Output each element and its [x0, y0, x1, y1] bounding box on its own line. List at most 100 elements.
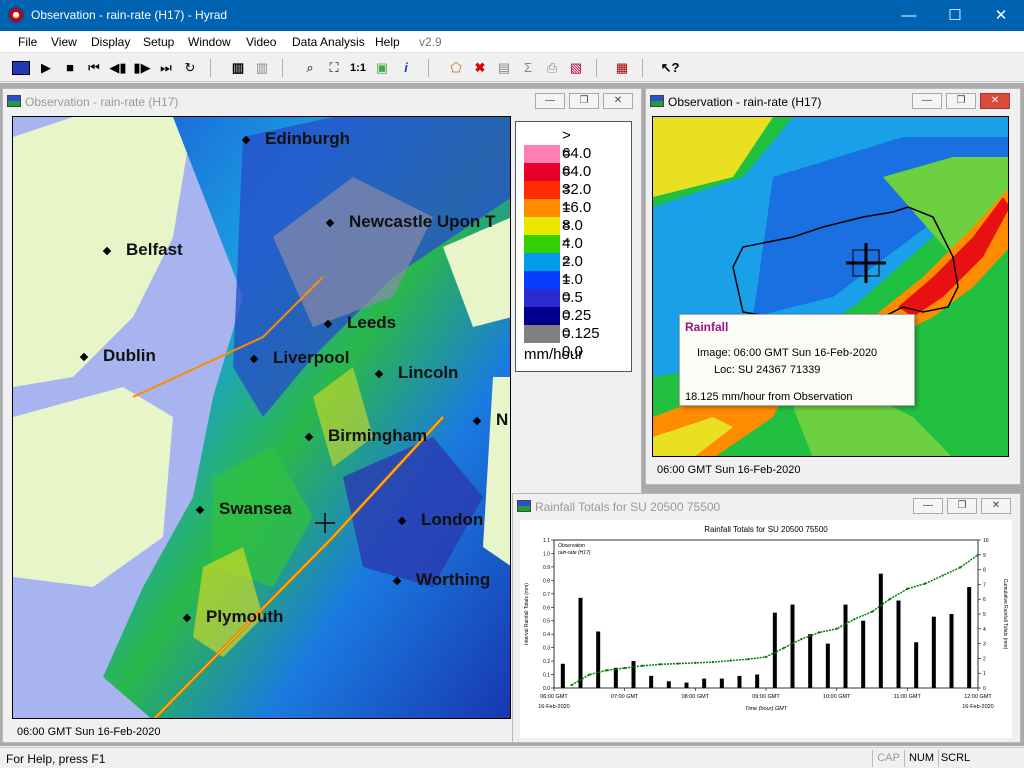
y2-tick-label: 10 [983, 538, 989, 544]
skip-start-icon[interactable]: ⏮ [84, 58, 104, 78]
zoom-window-status: 06:00 GMT Sun 16-Feb-2020 [657, 464, 801, 476]
interval-bar [825, 643, 830, 688]
interval-bar [772, 612, 777, 688]
cumulative-point [976, 553, 980, 556]
interval-bar [719, 678, 724, 688]
rainfall-tooltip: Rainfall Image: 06:00 GMT Sun 16-Feb-202… [679, 314, 915, 406]
zoom-map-window: Observation - rain-rate (H17) — ❐ ✕ Rain… [645, 88, 1021, 485]
interval-bar [755, 674, 760, 688]
city-label: Swansea [219, 499, 292, 518]
chart-icon[interactable]: ▤ [494, 58, 514, 78]
child-restore-button[interactable]: ❐ [947, 498, 977, 514]
child-minimize-button[interactable]: — [912, 93, 942, 109]
cumulative-point [747, 657, 750, 661]
maximize-button[interactable]: ☐ [932, 0, 978, 31]
report-icon[interactable]: ▧ [566, 58, 586, 78]
interval-bar [790, 604, 795, 688]
y2-tick-label: 9 [983, 553, 986, 559]
x-tick-label: 07:00 GMT [611, 694, 639, 700]
child-close-button[interactable]: ✕ [980, 93, 1010, 109]
chart-window-titlebar: Rainfall Totals for SU 20500 75500 — ❐ ✕ [513, 494, 1020, 518]
x-tick-label: 09:00 GMT [752, 694, 780, 700]
child-restore-button[interactable]: ❐ [946, 93, 976, 109]
x-date-label: 16-Feb-2020 [962, 704, 994, 710]
step-forward-icon[interactable]: ▮▶ [132, 58, 152, 78]
help-text: For Help, press F1 [6, 752, 106, 766]
child-minimize-button[interactable]: — [535, 93, 565, 109]
crop-icon[interactable]: ⛶ [324, 58, 344, 78]
menu-setup[interactable]: Setup [143, 35, 174, 49]
cumulative-point [888, 598, 891, 601]
uk-window-status: 06:00 GMT Sun 16-Feb-2020 [17, 726, 161, 738]
interval-bar [737, 675, 742, 688]
loop-icon[interactable]: ↻ [180, 58, 200, 78]
child-restore-button[interactable]: ❐ [569, 93, 599, 109]
stop-icon[interactable]: ■ [60, 58, 80, 78]
uk-rain-map[interactable]: Edinburgh Newcastle Upon T Belfast Leeds… [12, 116, 511, 719]
x-tick-label: 12:00 GMT [964, 694, 992, 700]
cumulative-point [605, 669, 609, 672]
child-minimize-button[interactable]: — [913, 498, 943, 514]
menu-data-analysis[interactable]: Data Analysis [292, 35, 365, 49]
legend-swatch [524, 325, 560, 343]
print-icon[interactable]: ⎙ [542, 58, 562, 78]
menu-window[interactable]: Window [188, 35, 231, 49]
step-back-icon[interactable]: ◀▮ [108, 58, 128, 78]
menu-display[interactable]: Display [91, 35, 130, 49]
play-icon[interactable]: ▶ [36, 58, 56, 78]
x-tick-label: 11:00 GMT [894, 694, 922, 700]
menu-file[interactable]: File [18, 35, 37, 49]
all-layers-off-icon[interactable]: ▥ [252, 58, 272, 78]
radar-icon[interactable] [12, 61, 30, 75]
overlay-icon[interactable]: ▣ [372, 58, 392, 78]
sum-icon[interactable]: Σ [518, 58, 538, 78]
menu-view[interactable]: View [51, 35, 77, 49]
legend-swatch [524, 253, 560, 271]
city-label: Lincoln [398, 363, 459, 382]
y2-tick-label: 7 [983, 582, 986, 588]
y2-tick-label: 6 [983, 597, 986, 603]
city-label: Edinburgh [265, 129, 350, 148]
zoom-window-titlebar: Observation - rain-rate (H17) — ❐ ✕ [646, 89, 1020, 113]
legend-swatch [524, 289, 560, 307]
city-label: Newcastle Upon T [349, 212, 496, 231]
child-close-button[interactable]: ✕ [603, 93, 633, 109]
context-help-icon[interactable]: ↖? [660, 58, 680, 78]
window-title: Observation - rain-rate (H17) - Hyrad [31, 8, 228, 22]
interval-bar [843, 604, 848, 688]
window-icon [517, 500, 531, 512]
minimize-button[interactable]: — [886, 0, 932, 31]
cumulative-point [676, 662, 679, 665]
interval-bar [914, 642, 919, 688]
video-icon[interactable]: ▦ [612, 58, 632, 78]
interval-bar [702, 678, 707, 688]
uk-window-titlebar: Observation - rain-rate (H17) — ❐ ✕ [3, 89, 641, 113]
interval-bar [949, 614, 954, 688]
menu-video[interactable]: Video [246, 35, 276, 49]
cumulative-point [835, 627, 838, 630]
mdi-workspace: Observation - rain-rate (H17) — ❐ ✕ Edin… [0, 83, 1024, 746]
tooltip-loc-line: Loc: SU 24367 71339 [714, 364, 821, 376]
child-close-button[interactable]: ✕ [981, 498, 1011, 514]
status-bar: For Help, press F1 CAP NUM SCRL [0, 747, 1024, 768]
x-tick-label: 10:00 GMT [823, 694, 851, 700]
close-button[interactable]: ✕ [978, 0, 1024, 31]
info-icon[interactable]: i [396, 58, 416, 78]
skip-end-icon[interactable]: ⏭ [156, 58, 176, 78]
num-indicator: NUM [904, 750, 938, 767]
y2-tick-label: 1 [983, 671, 986, 677]
zoom-icon[interactable]: ⌕ [300, 58, 320, 78]
city-label: N [496, 410, 509, 429]
cumulative-point [694, 661, 697, 665]
interval-bar [967, 587, 972, 688]
y-tick-label: 1.1 [543, 538, 550, 544]
actual-size-icon[interactable]: 1:1 [348, 58, 368, 78]
city-label: Birmingham [328, 426, 428, 445]
delete-icon[interactable]: ✖ [470, 58, 490, 78]
menu-help[interactable]: Help [375, 35, 400, 49]
city-label: Belfast [126, 240, 183, 259]
all-layers-icon[interactable]: ▥ [228, 58, 248, 78]
interval-bar [613, 667, 618, 688]
catchment-icon[interactable]: ⬠ [446, 58, 466, 78]
menu-bar: File View Display Setup Window Video Dat… [0, 31, 1024, 53]
